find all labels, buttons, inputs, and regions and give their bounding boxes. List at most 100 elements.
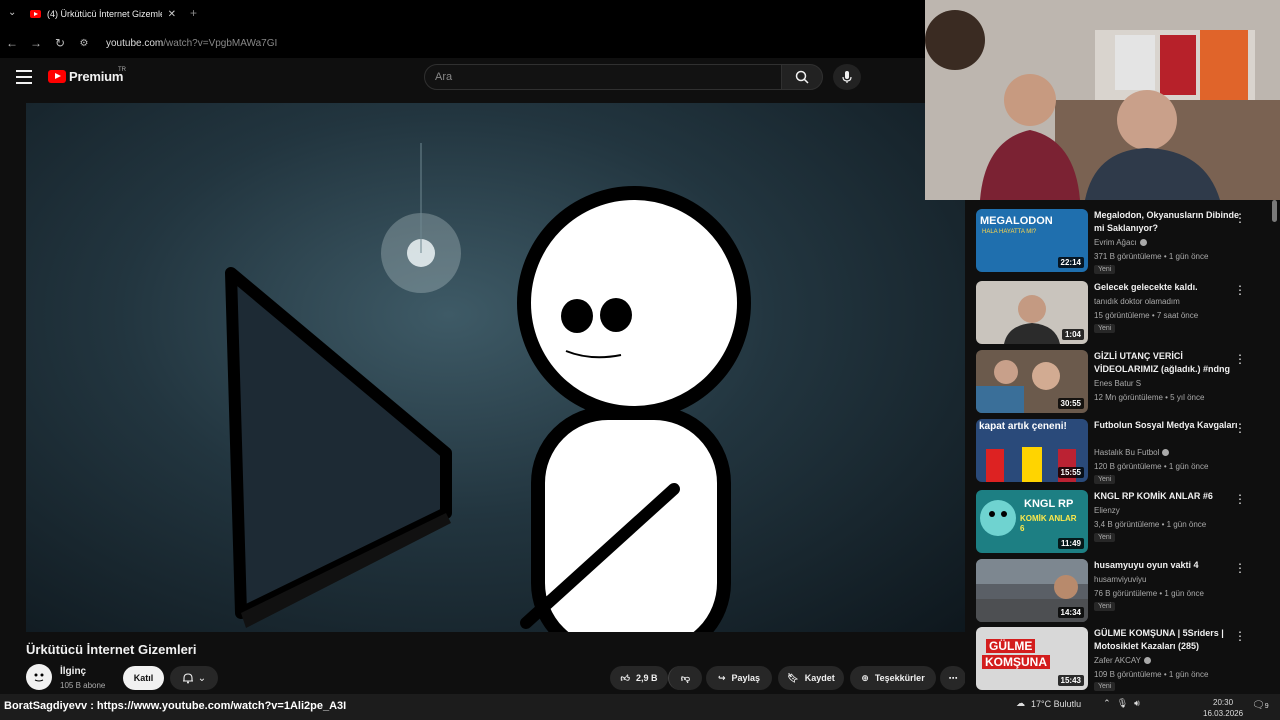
channel-name[interactable]: Evrim Ağacı — [1094, 238, 1147, 247]
back-arrow-icon[interactable]: ← — [0, 36, 24, 50]
video-title[interactable]: husamyuyu oyun vakti 4 — [1094, 559, 1240, 572]
webcam-overlay — [925, 0, 1280, 200]
system-tray[interactable]: ☁ 17°C Bulutlu ⌃ 🎙︎ 🔊︎ — [1016, 698, 1140, 709]
channel-name[interactable]: İlginç — [60, 666, 86, 677]
channel-name[interactable]: Zafer AKCAY — [1094, 656, 1151, 665]
new-badge: Yeni — [1094, 324, 1116, 333]
search-input[interactable]: Ara — [424, 64, 782, 90]
speaker-icon[interactable]: 🔊︎ — [1134, 698, 1140, 709]
youtube-premium-logo[interactable]: Premium TR — [48, 67, 126, 84]
url-host: youtube.com — [106, 37, 164, 49]
more-vertical-icon[interactable]: ⋮ — [1234, 492, 1246, 506]
forward-arrow-icon[interactable]: → — [24, 36, 48, 50]
video-meta: 120 B görüntüleme • 1 gün önce — [1094, 462, 1209, 471]
tab-close-icon[interactable]: ✕ — [168, 9, 176, 20]
video-title[interactable]: Megalodon, Okyanusların Dibinde mi Sakla… — [1094, 209, 1240, 235]
video-frame-illustration — [225, 143, 751, 632]
dislike-button[interactable]: 👎︎ — [668, 666, 702, 690]
duration-badge: 14:34 — [1057, 607, 1084, 618]
more-vertical-icon[interactable]: ⋮ — [1234, 352, 1246, 366]
video-thumbnail[interactable]: MEGALODON HALA HAYATTA MI? 22:14 — [976, 209, 1088, 272]
more-vertical-icon[interactable]: ⋮ — [1234, 211, 1246, 225]
recommendation-item[interactable]: KNGL RP KOMİK ANLAR 6 11:49 KNGL RP KOMİ… — [976, 490, 1266, 554]
clock-date: 16.03.2026 — [1203, 709, 1244, 718]
video-thumbnail[interactable]: kapat artık çeneni! 15:55 — [976, 419, 1088, 482]
video-thumbnail[interactable]: 14:34 — [976, 559, 1088, 622]
video-player[interactable] — [26, 103, 965, 632]
reload-icon[interactable]: ↻ — [48, 36, 72, 50]
verified-check-icon — [1162, 449, 1170, 457]
join-button[interactable]: Katıl — [123, 666, 164, 690]
channel-avatar[interactable] — [26, 664, 52, 690]
video-title[interactable]: Futbolun Sosyal Medya Kavgaları — [1094, 419, 1240, 432]
verified-check-icon — [1143, 657, 1151, 665]
thumbnail-subtext: HALA HAYATTA MI? — [982, 229, 1037, 235]
thumbs-down-icon: 👎︎ — [680, 672, 691, 683]
channel-name[interactable]: tanıdık doktor olamadım — [1094, 297, 1180, 306]
video-meta: 109 B görüntüleme • 1 gün önce — [1094, 670, 1209, 679]
recommendation-item[interactable]: 30:55 GİZLİ UTANÇ VERİCİ VİDEOLARIMIZ (a… — [976, 350, 1266, 414]
save-button[interactable]: 🔖︎ Kaydet — [778, 666, 844, 690]
url-path: /watch?v=VpgbMAWa7GI — [163, 37, 278, 49]
duration-badge: 15:43 — [1057, 675, 1084, 686]
voice-search-button[interactable] — [833, 64, 861, 90]
channel-name[interactable]: Elienzy — [1094, 506, 1120, 515]
notification-icon[interactable]: 🗨︎9 — [1252, 700, 1269, 711]
thanks-button[interactable]: ⊕ Teşekkürler — [850, 666, 936, 690]
more-vertical-icon[interactable]: ⋮ — [1234, 629, 1246, 643]
new-badge: Yeni — [1094, 265, 1116, 274]
tab-list-chevron-icon[interactable]: ⌄ — [8, 7, 16, 18]
duration-badge: 11:49 — [1057, 538, 1084, 549]
more-actions-button[interactable]: ⋯ — [940, 666, 966, 690]
recommendation-item[interactable]: kapat artık çeneni! 15:55 Futbolun Sosya… — [976, 419, 1266, 484]
like-count: 2,9 B — [635, 673, 658, 683]
hamburger-menu-icon[interactable] — [16, 70, 32, 84]
channel-name[interactable]: husamviyuviyu — [1094, 575, 1146, 584]
channel-name-text: Zafer AKCAY — [1094, 656, 1141, 665]
duration-badge: 22:14 — [1057, 257, 1084, 268]
notification-bell-button[interactable]: ⌄ — [170, 666, 218, 690]
video-title[interactable]: Gelecek gelecekte kaldı. — [1094, 281, 1240, 294]
video-title[interactable]: GÜLME KOMŞUNA | 5Sriders | Motosiklet Ka… — [1094, 627, 1240, 653]
more-horizontal-icon: ⋯ — [948, 672, 958, 683]
video-thumbnail[interactable]: 1:04 — [976, 281, 1088, 344]
video-title: Ürkütücü İnternet Gizemleri — [26, 642, 197, 657]
microphone-icon — [842, 71, 852, 83]
video-meta: 15 görüntüleme • 7 saat önce — [1094, 311, 1199, 320]
search-button[interactable] — [781, 64, 823, 90]
microphone-tray-icon[interactable]: 🎙︎ — [1117, 698, 1128, 709]
new-tab-button[interactable]: + — [190, 6, 197, 20]
more-vertical-icon[interactable]: ⋮ — [1234, 561, 1246, 575]
recommendation-item[interactable]: 14:34 husamyuyu oyun vakti 4 husamviyuvi… — [976, 559, 1266, 623]
video-thumbnail[interactable]: KNGL RP KOMİK ANLAR 6 11:49 — [976, 490, 1088, 553]
recommendation-item[interactable]: GÜLME KOMŞUNA 15:43 GÜLME KOMŞUNA | 5Sri… — [976, 627, 1266, 691]
recommendation-item[interactable]: MEGALODON HALA HAYATTA MI? 22:14 Megalod… — [976, 209, 1266, 274]
clock-time: 20:30 — [1213, 698, 1234, 707]
brand-name: Premium — [69, 69, 124, 84]
more-vertical-icon[interactable]: ⋮ — [1234, 421, 1246, 435]
sidebar-scrollbar[interactable] — [1272, 200, 1277, 222]
video-title[interactable]: GİZLİ UTANÇ VERİCİ VİDEOLARIMIZ (ağladık… — [1094, 350, 1240, 376]
video-meta: 12 Mn görüntüleme • 5 yıl önce — [1094, 393, 1205, 402]
site-settings-icon[interactable]: ⚙ — [72, 38, 96, 49]
new-badge: Yeni — [1094, 475, 1116, 484]
video-title[interactable]: KNGL RP KOMİK ANLAR #6 — [1094, 490, 1240, 503]
duration-badge: 1:04 — [1061, 329, 1084, 340]
browser-tab[interactable]: (4) Ürkütücü İnternet Gizemleri ✕ — [24, 2, 182, 26]
thanks-label: Teşekkürler — [874, 673, 925, 683]
like-button[interactable]: 👍︎ 2,9 B — [610, 666, 668, 690]
video-thumbnail[interactable]: 30:55 — [976, 350, 1088, 413]
recommendation-item[interactable]: 1:04 Gelecek gelecekte kaldı. tanıdık do… — [976, 281, 1266, 345]
taskbar-clock[interactable]: 20:30 16.03.2026 — [1203, 697, 1243, 719]
channel-name[interactable]: Enes Batur S — [1094, 379, 1141, 388]
video-thumbnail[interactable]: GÜLME KOMŞUNA 15:43 — [976, 627, 1088, 690]
url-field[interactable]: youtube.com/watch?v=VpgbMAWa7GI — [106, 38, 277, 49]
chevron-down-icon: ⌄ — [197, 672, 207, 684]
more-vertical-icon[interactable]: ⋮ — [1234, 283, 1246, 297]
share-button[interactable]: ↪ Paylaş — [706, 666, 772, 690]
video-meta: 3,4 B görüntüleme • 1 gün önce — [1094, 520, 1207, 529]
duration-badge: 30:55 — [1057, 398, 1084, 409]
thumbnail-subtext: KOMŞUNA — [982, 655, 1050, 669]
channel-name[interactable]: Hastalık Bu Futbol — [1094, 448, 1170, 457]
tray-chevron-icon[interactable]: ⌃ — [1103, 698, 1111, 709]
